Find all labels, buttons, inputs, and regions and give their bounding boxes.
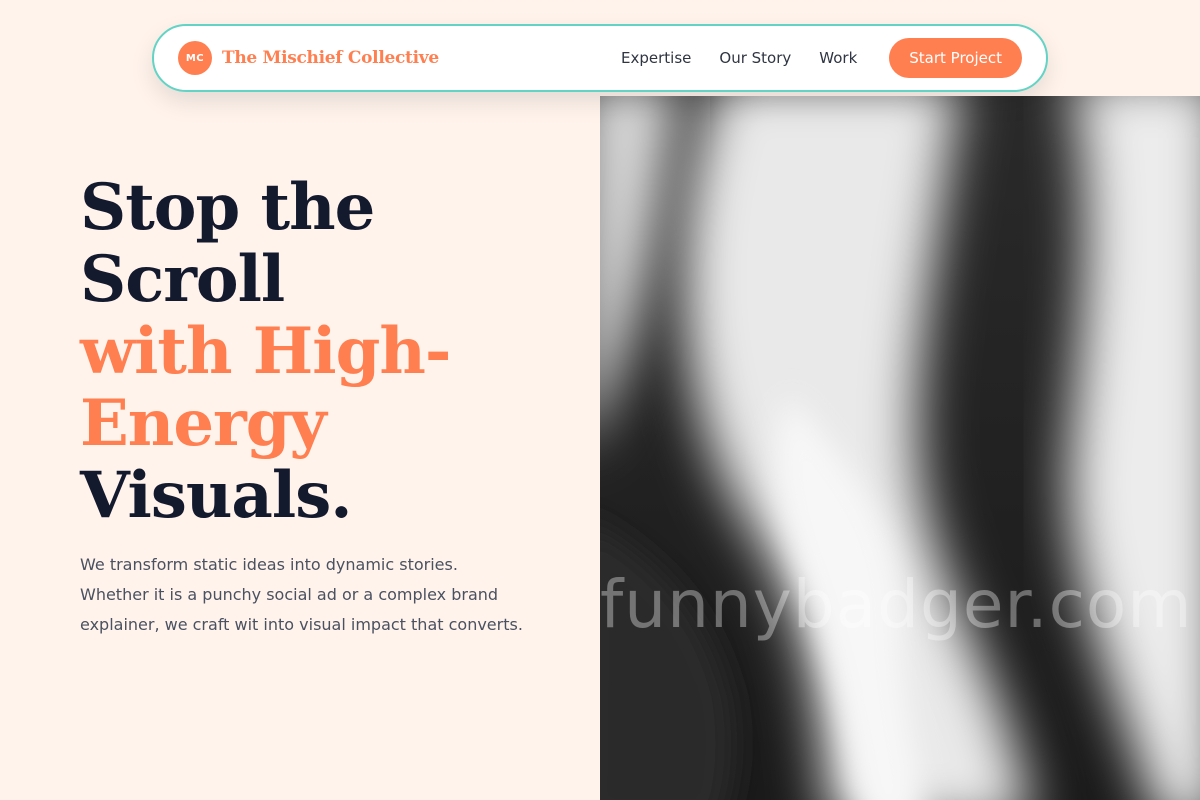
brand-logo-link[interactable]: MC The Mischief Collective (178, 41, 439, 75)
nav-link-our-story[interactable]: Our Story (719, 49, 791, 67)
headline-line-3: Visuals. (80, 458, 353, 533)
nav-link-work[interactable]: Work (819, 49, 857, 67)
nav-links: Expertise Our Story Work Start Project (621, 38, 1022, 78)
brand-badge: MC (178, 41, 212, 75)
nav-link-expertise[interactable]: Expertise (621, 49, 691, 67)
headline-line-2: Scroll (80, 242, 285, 317)
image-watermark: funnybadger.com (600, 566, 1193, 643)
hero-abstract-image: funnybadger.com (600, 96, 1200, 800)
headline-accent-line-2: Energy (80, 386, 327, 461)
hero-subtext: We transform static ideas into dynamic s… (80, 555, 523, 634)
start-project-button[interactable]: Start Project (889, 38, 1022, 78)
page: MC The Mischief Collective Expertise Our… (0, 0, 1200, 800)
top-navbar: MC The Mischief Collective Expertise Our… (152, 24, 1048, 92)
hero-headline: Stop the Scroll with High- Energy Visual… (80, 172, 580, 532)
headline-accent-line-1: with High- (80, 314, 451, 389)
brand-name: The Mischief Collective (222, 48, 439, 68)
abstract-shapes-graphic (600, 96, 1200, 800)
hero-text: Stop the Scroll with High- Energy Visual… (80, 172, 580, 640)
headline-line-1: Stop the (80, 170, 375, 245)
